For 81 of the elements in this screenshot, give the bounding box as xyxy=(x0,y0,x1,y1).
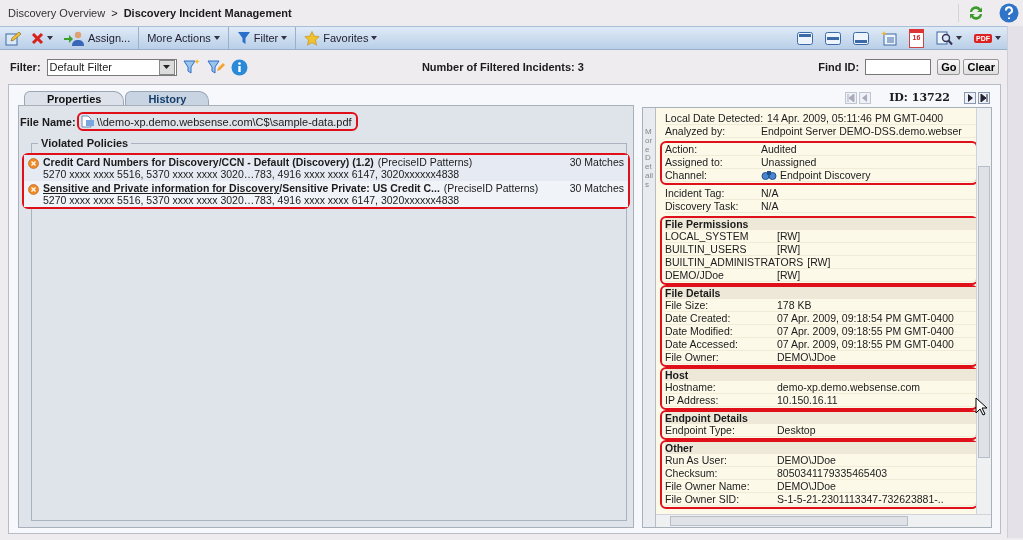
field-value: DEMO\JDoe xyxy=(777,351,836,363)
policy-link[interactable]: Sensitive and Private information for Discovery xyxy=(43,182,280,194)
section-heading: File Permissions xyxy=(665,218,976,230)
field-label: LOCAL_SYSTEM xyxy=(665,230,750,242)
field-value: DEMO\JDoe xyxy=(777,454,836,466)
clear-button[interactable]: Clear xyxy=(963,59,999,75)
field-value: Desktop xyxy=(777,424,816,436)
field-value: 178 KB xyxy=(777,299,812,311)
field-label: DEMO/JDoe xyxy=(665,269,725,281)
tab[interactable]: History xyxy=(125,91,210,105)
field-label: Action: xyxy=(665,143,699,155)
filter-label: Filter: xyxy=(10,61,41,73)
field-label: File Owner SID: xyxy=(665,493,741,505)
field-label: Local Date Detected: xyxy=(665,112,765,124)
field-label: Date Accessed: xyxy=(665,338,739,350)
assign-button[interactable]: Assign... xyxy=(58,27,136,49)
field-label: Date Created: xyxy=(665,312,732,324)
field-label: Analyzed by: xyxy=(665,125,727,137)
field-label: File Owner Name: xyxy=(665,480,751,492)
incident-count: Number of Filtered Incidents: 3 xyxy=(421,61,585,73)
policy-type: (PreciseID Patterns) xyxy=(443,182,539,194)
field-label: Assigned to: xyxy=(665,156,724,168)
field-label: Date Modified: xyxy=(665,325,734,337)
favorites-button[interactable]: Favorites xyxy=(295,27,383,49)
section-heading: Other xyxy=(665,442,976,454)
field-label: File Size: xyxy=(665,299,710,311)
match-count: 30 Matches xyxy=(569,182,624,194)
filter-dropdown[interactable]: Default Filter xyxy=(46,58,177,76)
field-value: DEMO\JDoe xyxy=(777,480,836,492)
field-value: 07 Apr. 2009, 09:18:55 PM GMT-0400 xyxy=(777,338,954,350)
field-value: 8050341179335465403 xyxy=(777,467,888,479)
filter-button[interactable]: Filter xyxy=(227,27,293,49)
field-value: [RW] xyxy=(777,269,801,281)
field-value: Endpoint Server DEMO-DSS.demo.webser xyxy=(761,125,962,137)
policy-row[interactable]: Credit Card Numbers for Discovery/CCN - Default (Discovery) (1.2) (PreciseID Patterns) 30 Matches 5270 xxxx xxxx 5516, 5370 xxxx xxxx 3020…783, 4916 xxxx xxxx 6147, 3020xxxxxx4838 xyxy=(24,155,628,181)
field-label: Channel: xyxy=(665,169,709,181)
field-value: N/A xyxy=(761,187,779,199)
file-name-label: File Name: xyxy=(20,115,76,128)
breadcrumb-link[interactable]: Discovery Overview xyxy=(8,7,106,19)
text-button[interactable]: More Actions xyxy=(138,27,225,49)
field-label: Endpoint Type: xyxy=(665,424,736,436)
field-label: BUILTIN_ADMINISTRATORS xyxy=(665,256,805,268)
field-value: 14 Apr. 2009, 05:11:46 PM GMT-0400 xyxy=(767,112,944,124)
field-value: N/A xyxy=(761,200,779,212)
field-label: File Owner: xyxy=(665,351,720,363)
policy-row[interactable]: Sensitive and Private information for Discovery/Sensitive Private: US Credit C... (PreciseID Patterns) 30 Matches 5270 xxxx xxxx 5516, 5370 xxxx xxxx 3020…783, 4916 xxxx xxxx 6147, 3020xxxxxx4838 xyxy=(24,181,628,207)
section-heading: Host xyxy=(665,369,976,381)
field-value: [RW] xyxy=(777,230,801,242)
incident-id: ID: 13722 xyxy=(889,91,950,104)
section-heading: File Details xyxy=(665,287,976,299)
page-title: Discovery Incident Management xyxy=(123,7,292,19)
field-label: Hostname: xyxy=(665,381,717,393)
file-path: \\demo-xp.demo.websense.com\C$\sample-data.pdf xyxy=(96,115,352,128)
field-value: S-1-5-21-2301113347-732623881-.. xyxy=(777,493,944,505)
field-value: 07 Apr. 2009, 09:18:55 PM GMT-0400 xyxy=(777,325,954,337)
field-value: 10.150.16.11 xyxy=(777,394,838,406)
field-value: [RW] xyxy=(807,256,831,268)
field-label: Discovery Task: xyxy=(665,200,740,212)
policy-type: (PreciseID Patterns) xyxy=(377,156,473,168)
go-button[interactable]: Go xyxy=(937,59,961,75)
field-label: Run As User: xyxy=(665,454,728,466)
section-heading: Endpoint Details xyxy=(665,412,976,424)
match-excerpt: 5270 xxxx xxxx 5516, 5370 xxxx xxxx 3020…783, 4916 xxxx xxxx 6147, 3020xxxxxx4838 xyxy=(43,168,461,180)
field-value: [RW] xyxy=(777,243,801,255)
field-label: BUILTIN_USERS xyxy=(665,243,748,255)
policy-name: /Sensitive Private: US Credit C... xyxy=(279,182,440,194)
field-value: Endpoint Discovery xyxy=(780,169,871,181)
tab[interactable]: Properties xyxy=(24,91,125,105)
find-id-label: Find ID: xyxy=(818,61,860,73)
policy-name: Credit Card Numbers for Discovery/CCN - Default (Discovery) (1.2) xyxy=(43,156,374,168)
group-title: Violated Policies xyxy=(38,136,132,150)
breadcrumb-separator: > xyxy=(111,7,118,19)
match-excerpt: 5270 xxxx xxxx 5516, 5370 xxxx xxxx 3020…783, 4916 xxxx xxxx 6147, 3020xxxxxx4838 xyxy=(43,194,461,206)
field-value: Audited xyxy=(761,143,797,155)
field-label: Incident Tag: xyxy=(665,187,726,199)
match-count: 30 Matches xyxy=(569,156,624,168)
field-label: Checksum: xyxy=(665,467,719,479)
field-value: demo-xp.demo.websense.com xyxy=(777,381,920,393)
field-value: 07 Apr. 2009, 09:18:54 PM GMT-0400 xyxy=(777,312,954,324)
field-value: Unassigned xyxy=(761,156,817,168)
field-label: IP Address: xyxy=(665,394,720,406)
